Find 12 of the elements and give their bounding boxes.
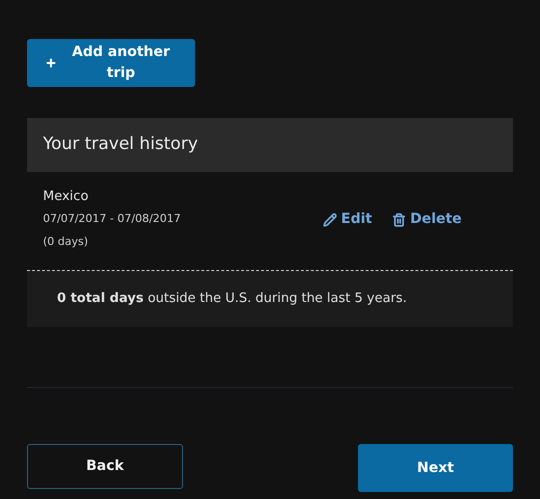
back-button[interactable]: Back bbox=[27, 444, 183, 489]
history-title: Your travel history bbox=[43, 133, 198, 156]
next-button[interactable]: Next bbox=[358, 444, 513, 492]
plus-icon bbox=[45, 56, 57, 70]
trip-dates: 07/07/2017 - 07/08/2017 (0 days) bbox=[43, 211, 182, 250]
total-days-text: 0 total days outside the U.S. during the last 5 years. bbox=[57, 290, 407, 308]
pencil-icon bbox=[323, 212, 337, 226]
add-trip-button[interactable]: Add another trip bbox=[27, 39, 195, 87]
trash-icon bbox=[392, 212, 406, 226]
delete-link[interactable]: Delete bbox=[392, 209, 462, 230]
trip-country: Mexico bbox=[43, 188, 90, 206]
edit-link[interactable]: Edit bbox=[323, 209, 372, 230]
